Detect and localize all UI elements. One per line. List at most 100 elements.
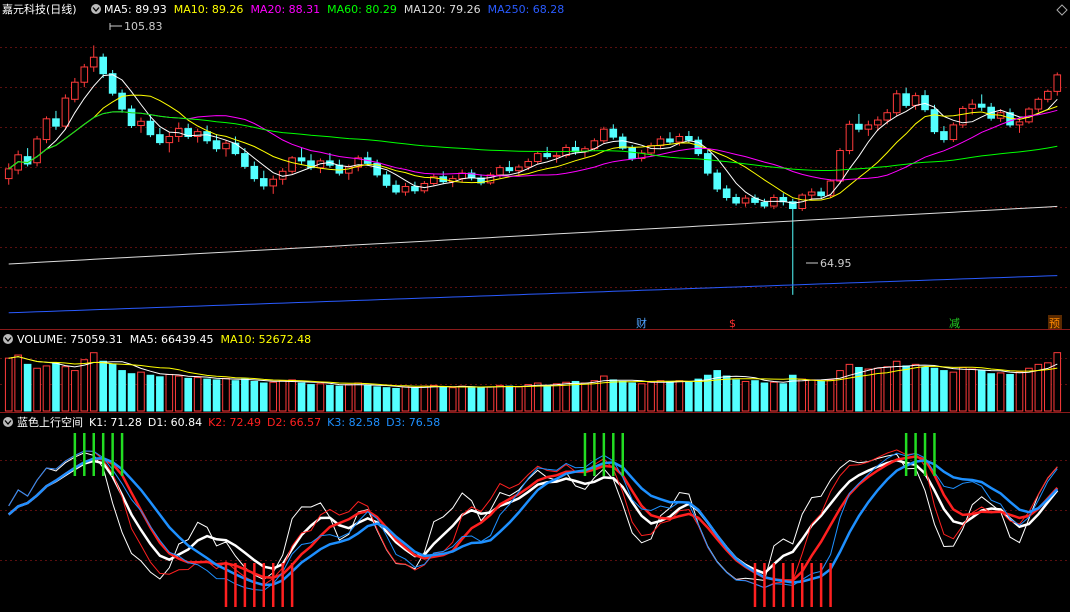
high-marker: 105.83: [109, 20, 163, 33]
volume-bar: [316, 383, 325, 412]
candle-body: [42, 118, 51, 141]
expand-diamond-icon[interactable]: [1056, 4, 1068, 16]
k3-line: [8, 450, 1058, 591]
candle-body: [1044, 90, 1052, 100]
volume-bar: [165, 373, 174, 412]
volume-bar: [61, 366, 70, 412]
candle-body: [382, 174, 391, 186]
candle-body: [902, 93, 910, 106]
candle-body: [146, 120, 155, 136]
candle-body: [552, 154, 561, 158]
event-marker-yu[interactable]: 预: [1049, 317, 1060, 330]
low-marker: 64.95: [806, 257, 852, 270]
candle-body: [335, 164, 344, 174]
volume-bar: [637, 383, 646, 412]
volume-bar: [174, 375, 183, 412]
candle-body: [817, 191, 825, 197]
volume-ma10-label: MA10: 52672.48: [220, 333, 311, 346]
candle-body: [836, 150, 844, 182]
volume-bar: [798, 378, 807, 412]
volume-bar: [184, 377, 193, 412]
candle-body: [71, 81, 79, 100]
volume-bar: [278, 380, 287, 412]
candle-body: [543, 153, 551, 158]
volume-bar: [533, 382, 542, 412]
event-marker-jian[interactable]: 减: [949, 317, 960, 330]
candle-body: [297, 157, 306, 162]
volume-bar: [439, 386, 448, 412]
volume-bar: [921, 366, 929, 412]
volume-bar: [647, 381, 655, 412]
low-label: 64.95: [820, 257, 852, 270]
volume-bar: [524, 384, 533, 412]
candle-body: [1053, 74, 1062, 92]
volume-bar: [826, 379, 835, 412]
volume-bar: [713, 370, 722, 412]
candle-body: [533, 153, 542, 163]
candle-body: [864, 124, 873, 130]
indicator-collapse-icon[interactable]: [3, 417, 13, 427]
candle-body: [666, 138, 674, 143]
volume-bar: [779, 383, 788, 412]
volume-ma5-label: MA5: 66439.45: [130, 333, 214, 346]
d1-line: [7, 458, 1059, 575]
volume-bar: [4, 357, 13, 412]
ma250-label: MA250: 68.28: [488, 3, 565, 16]
volume-bar: [335, 385, 344, 412]
volume-bar: [118, 370, 126, 412]
volume-bar: [496, 384, 504, 412]
candle-body: [61, 97, 70, 127]
candle-body: [855, 123, 863, 130]
candle-body: [703, 153, 712, 174]
volume-bar: [354, 382, 363, 412]
volume-bar: [845, 363, 854, 412]
candle-body: [99, 56, 107, 75]
candle-body: [600, 128, 608, 142]
event-marker-dollar[interactable]: $: [729, 317, 736, 330]
svg-text:MA5: 89.93MA10: 89.26MA20: 88.: MA5: 89.93 MA10: 89.26 MA20: 88.31 MA60: 80…: [104, 3, 564, 16]
collapse-toggle-icon[interactable]: [91, 4, 101, 14]
volume-bar: [807, 379, 816, 412]
candle-body: [259, 178, 268, 187]
volume-bar: [1025, 367, 1033, 412]
candle-body: [52, 118, 60, 127]
volume-bar: [836, 370, 844, 412]
candle-body: [911, 95, 920, 106]
candle-body: [80, 66, 89, 83]
volume-bar: [127, 373, 136, 412]
volume-bar: [959, 366, 967, 412]
indicator-name: 蓝色上行空间: [17, 415, 83, 429]
candle-body: [873, 119, 882, 126]
volume-bar: [241, 378, 249, 412]
volume-bar: [685, 381, 693, 412]
volume-bar: [817, 380, 825, 412]
volume-bar: [146, 374, 155, 412]
candle-body: [269, 178, 278, 187]
d3-line: [7, 457, 1059, 587]
event-marker-cai[interactable]: 财: [636, 316, 647, 330]
candle-body: [411, 186, 419, 192]
candle-body: [392, 184, 400, 193]
d1-label: D1: 60.84: [148, 416, 202, 429]
volume-bar: [628, 382, 636, 412]
volume-bar: [411, 387, 419, 412]
volume-bar: [940, 370, 948, 412]
volume-bar: [288, 379, 296, 412]
candle-body: [496, 167, 504, 176]
volume-bar: [1015, 371, 1024, 412]
volume-bar: [222, 377, 230, 412]
volume-collapse-icon[interactable]: [3, 334, 13, 344]
volume-bar: [326, 384, 334, 412]
volume-bar: [590, 380, 599, 412]
ma250-line: [8, 275, 1058, 314]
volume-bar: [392, 387, 400, 412]
volume-bar: [656, 380, 665, 412]
candle-body: [127, 108, 136, 127]
volume-bar: [515, 386, 523, 412]
stock-chart[interactable]: 嘉元科技(日线) MA5: 89.93 MA10: 89.26 MA20: 88.3…: [0, 0, 1070, 612]
volume-bar: [212, 379, 221, 412]
candle-body: [826, 180, 835, 197]
volume-bar: [987, 373, 995, 412]
volume-bar: [1053, 352, 1062, 412]
volume-bar: [108, 363, 117, 412]
